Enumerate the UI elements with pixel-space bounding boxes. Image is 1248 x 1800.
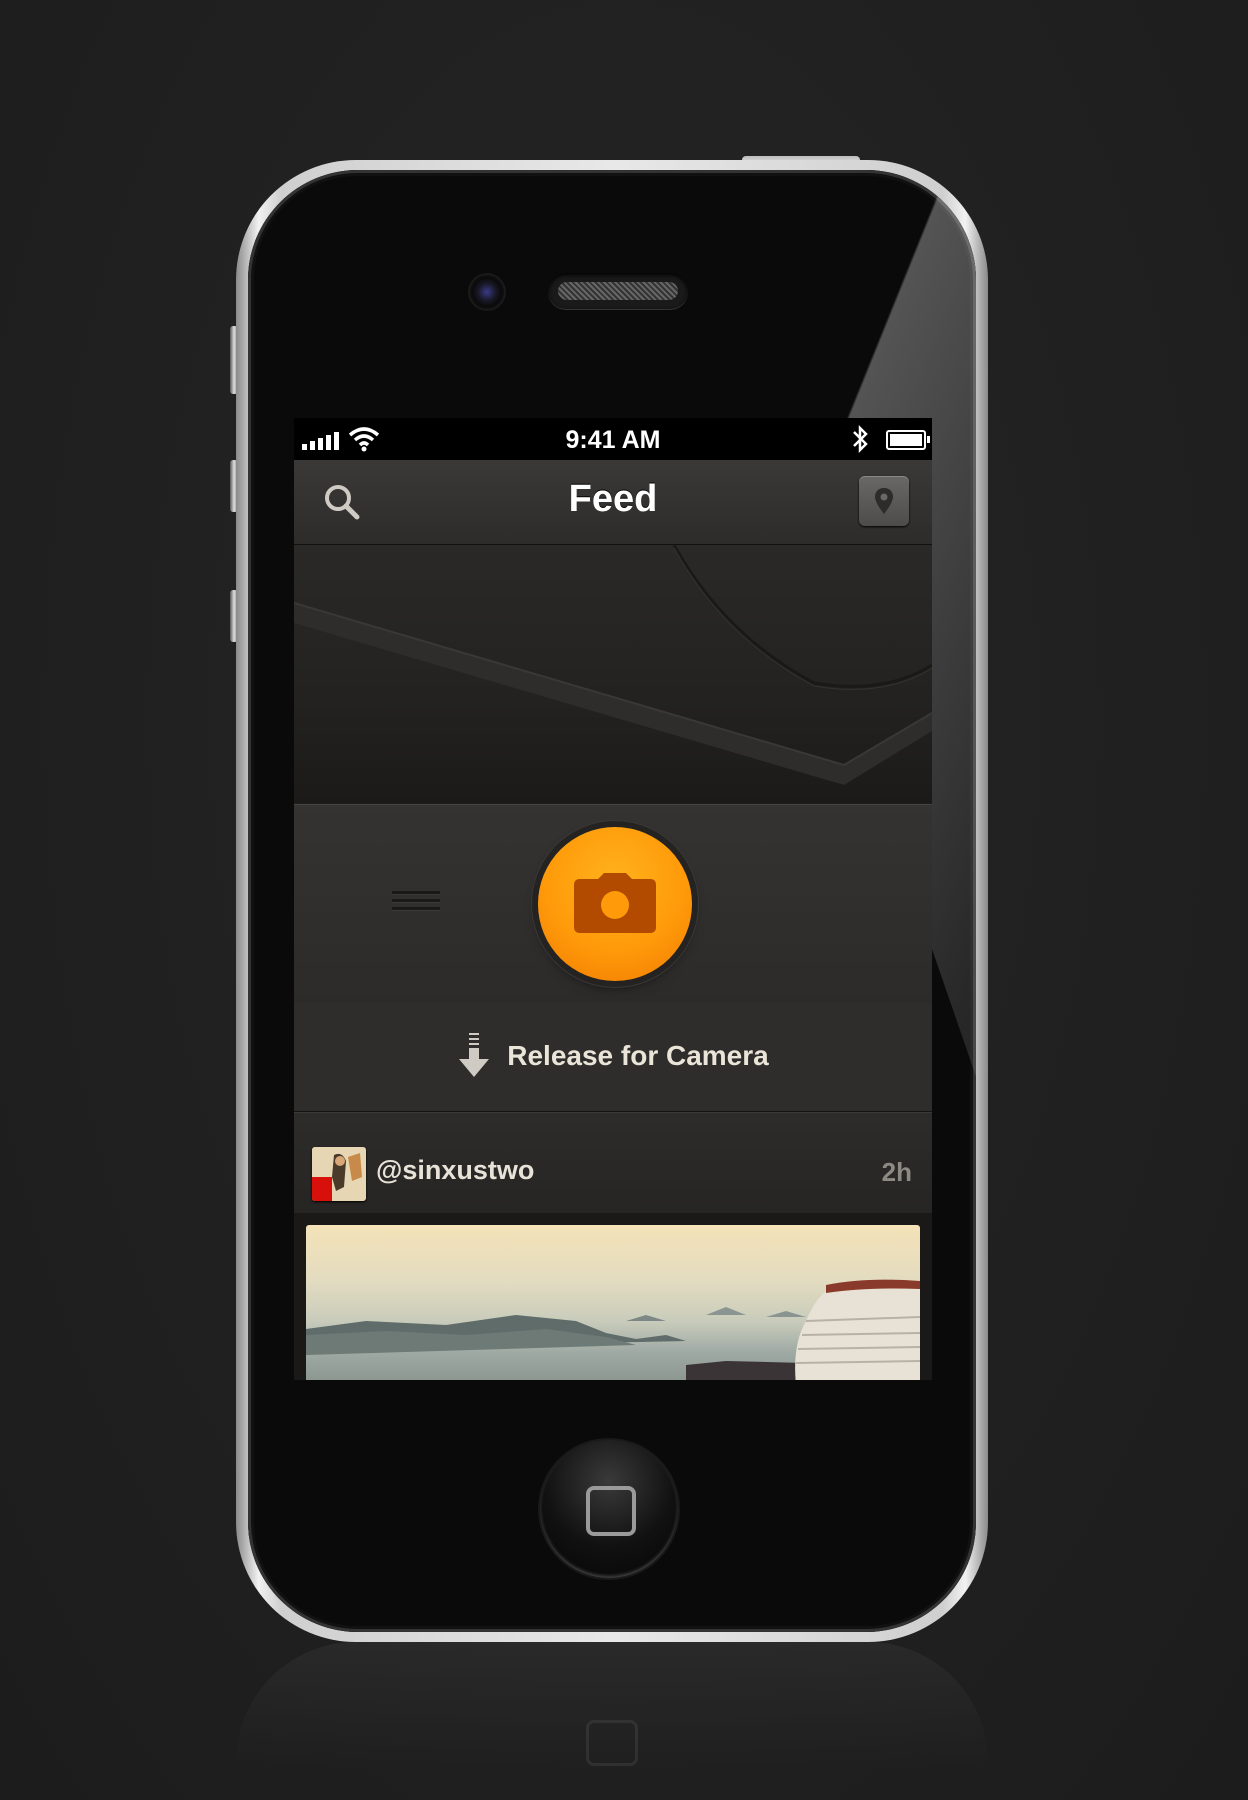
bluetooth-icon <box>853 424 868 454</box>
release-banner: Release for Camera <box>294 1003 932 1112</box>
navigation-bar: Feed <box>294 460 932 545</box>
map-button[interactable] <box>859 476 909 526</box>
post-timestamp: 2h <box>881 1157 912 1187</box>
avatar-image <box>312 1147 366 1201</box>
post-photo[interactable] <box>306 1225 920 1380</box>
post-header: @sinxustwo 2h <box>294 1112 932 1213</box>
earpiece-speaker <box>548 273 688 309</box>
avatar[interactable] <box>312 1147 366 1201</box>
home-square-icon <box>586 1486 636 1536</box>
arrow-down-icon <box>459 1033 490 1077</box>
pull-to-refresh-area <box>294 545 932 803</box>
status-time: 9:41 AM <box>565 426 661 454</box>
username-link[interactable]: @sinxustwo <box>376 1155 534 1186</box>
screen: 9:41 AM Feed Release for Camera @sinxust… <box>294 418 932 1380</box>
status-bar: 9:41 AM <box>294 418 932 460</box>
release-label: Release for Camera <box>507 1040 769 1071</box>
photo-landscape <box>306 1279 920 1380</box>
camera-button[interactable] <box>538 827 692 981</box>
map-pin-icon <box>875 488 893 514</box>
menu-handle-icon[interactable] <box>392 891 440 915</box>
post-photo-container <box>294 1213 932 1380</box>
page-title: Feed <box>568 478 658 520</box>
home-button[interactable] <box>540 1440 678 1578</box>
camera-row <box>294 804 932 1004</box>
front-camera <box>470 275 504 309</box>
camera-icon <box>574 873 656 933</box>
home-button-reflection <box>586 1720 638 1766</box>
hero-decoration <box>294 545 932 785</box>
battery-icon <box>886 430 930 450</box>
